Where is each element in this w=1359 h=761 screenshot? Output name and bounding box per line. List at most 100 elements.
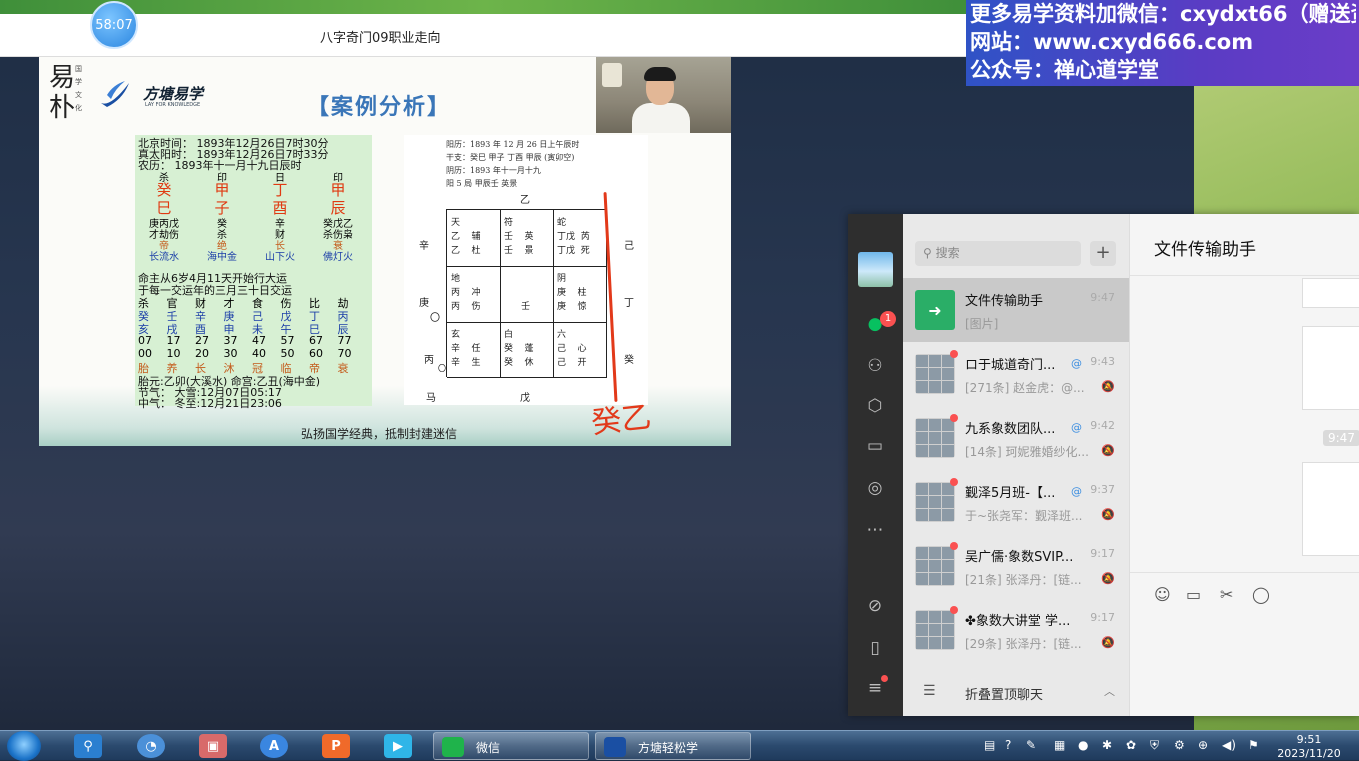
settings-icon[interactable]: ⚙ bbox=[1174, 738, 1185, 752]
timer-badge[interactable]: 58:07 bbox=[90, 1, 138, 49]
taskbar-app-wechat[interactable]: 微信 bbox=[433, 732, 589, 760]
qimen-left-label: 丙 bbox=[424, 355, 434, 366]
image-message[interactable] bbox=[1302, 326, 1359, 410]
dayun-age: 47 bbox=[252, 334, 266, 347]
tray-app-icon[interactable]: ✱ bbox=[1102, 738, 1112, 752]
flag-icon[interactable]: ⚑ bbox=[1248, 738, 1259, 752]
dayun-age: 07 bbox=[138, 334, 152, 347]
taskbar-app-label: 微信 bbox=[476, 741, 501, 755]
player-icon[interactable]: ▶ bbox=[384, 734, 412, 758]
chat-name: 文件传输助手 bbox=[965, 294, 1044, 309]
pdf-icon[interactable]: P bbox=[322, 734, 350, 758]
pen-icon[interactable]: ✎ bbox=[1026, 738, 1036, 752]
security-icon[interactable]: ✿ bbox=[1126, 738, 1136, 752]
add-button[interactable]: + bbox=[1090, 241, 1116, 266]
scissors-icon[interactable]: ✂ bbox=[1220, 585, 1233, 604]
qimen-cell: 阴 庚 柱 庚 惊 bbox=[557, 274, 587, 312]
unread-dot bbox=[950, 478, 958, 486]
help-icon[interactable]: ? bbox=[1005, 738, 1011, 752]
dayun-age: 27 bbox=[195, 334, 209, 347]
unread-badge: 1 bbox=[880, 311, 896, 327]
dayun-age: 37 bbox=[223, 334, 238, 347]
chat-item[interactable]: 吴广儒·象数SVIP... 9:17 [21条] 张泽丹：[链... 🔕 bbox=[903, 534, 1129, 598]
search-placeholder: 搜索 bbox=[935, 246, 960, 260]
mute-icon: 🔕 bbox=[1101, 444, 1115, 457]
qimen-header-ju: 阳 5 局 甲辰壬 英景 bbox=[446, 179, 518, 188]
dayun-age: 77 bbox=[337, 334, 352, 347]
network-icon[interactable]: ▦ bbox=[1054, 738, 1065, 752]
wechat-icon bbox=[442, 737, 464, 757]
phone-icon[interactable]: ▯ bbox=[863, 636, 887, 660]
bazi-chart: 北京时间： 1893年12月26日7时30分 真太阳时： 1893年12月26日… bbox=[135, 135, 372, 410]
unread-dot bbox=[950, 542, 958, 550]
qimen-cell: 六 己 心 己 开 bbox=[557, 330, 587, 368]
dayun-age: 67 bbox=[309, 334, 323, 347]
dayun-year: 10 bbox=[166, 347, 181, 360]
qimen-cell: 蛇 丁戊 芮 丁戊 死 bbox=[557, 218, 590, 256]
qimen-right-label: 癸 bbox=[624, 355, 634, 366]
image-message[interactable] bbox=[1302, 278, 1359, 308]
mention-icon: @ bbox=[1071, 421, 1082, 434]
dayun-year: 00 bbox=[138, 347, 152, 360]
folder-icon[interactable]: ▭ bbox=[863, 434, 887, 458]
qimen-header-ganzhi: 干支：癸巳 甲子 丁酉 甲辰 (寅卯空) bbox=[446, 153, 575, 162]
system-clock[interactable]: 9:51 2023/11/20 bbox=[1276, 731, 1342, 761]
shield-icon[interactable]: ⛨ bbox=[1150, 738, 1159, 753]
emoji-icon[interactable]: ☺ bbox=[1154, 585, 1171, 604]
fold-pinned-chats[interactable]: ☰ 折叠置顶聊天 ︿ bbox=[903, 669, 1129, 716]
search-input[interactable]: ⚲ 搜索 bbox=[915, 241, 1081, 266]
browser-icon[interactable]: ◔ bbox=[137, 734, 165, 758]
list-icon: ☰ bbox=[923, 683, 936, 699]
taskbar-app-fangtang[interactable]: 方塘轻松学 bbox=[595, 732, 751, 760]
chat-name: ロ于城道奇门... bbox=[965, 358, 1056, 373]
qimen-cell: 白 癸 蓬 癸 休 bbox=[504, 330, 534, 368]
avatar[interactable] bbox=[858, 252, 893, 287]
favorites-icon[interactable]: ⬡ bbox=[863, 394, 887, 418]
lecture-slide: 易 朴 国学文化 方塘易学 LAY FOR KNOWLEDGE 【案例分析】 北… bbox=[39, 57, 731, 446]
qimen-cell: 壬 bbox=[521, 302, 531, 312]
more-icon[interactable]: ⋯ bbox=[863, 518, 887, 542]
qimen-left-label: 庚 bbox=[419, 298, 429, 309]
menu-dot bbox=[881, 675, 888, 682]
start-button[interactable] bbox=[7, 731, 41, 761]
search-app-icon[interactable]: ⚲ bbox=[74, 734, 102, 758]
contacts-icon[interactable]: ⚇ bbox=[863, 354, 887, 378]
keyboard-icon[interactable]: ▤ bbox=[984, 738, 995, 752]
group-avatar bbox=[915, 610, 955, 650]
chat-time: 9:43 bbox=[1090, 355, 1115, 368]
wechat-tray-icon[interactable]: ● bbox=[1078, 738, 1088, 752]
chat-preview: [21条] 张泽丹：[链... bbox=[965, 573, 1082, 587]
qimen-cell: 符 壬 英 壬 景 bbox=[504, 218, 534, 256]
qimen-chart: 阳历：1893 年 12 月 26 日上午辰时 干支：癸巳 甲子 丁酉 甲辰 (… bbox=[404, 135, 648, 405]
folder-icon[interactable]: ▭ bbox=[1186, 585, 1201, 604]
dayun-age: 17 bbox=[166, 334, 181, 347]
promo-line-account: 公众号：禅心道学堂 bbox=[970, 58, 1159, 82]
qimen-left-label: 辛 bbox=[419, 241, 429, 252]
chat-bubble-icon[interactable]: ◯ bbox=[1252, 585, 1270, 604]
volume-icon[interactable]: ◀) bbox=[1222, 738, 1236, 752]
qimen-grid: 天 乙 辅 乙 杜 符 壬 英 壬 景 蛇 丁戊 芮 丁戊 死 地 丙 冲 丙 … bbox=[446, 209, 607, 378]
chat-item-file-transfer[interactable]: ➜ 文件传输助手 9:47 [图片] bbox=[903, 278, 1129, 342]
logo-subtext: LAY FOR KNOWLEDGE bbox=[145, 102, 201, 108]
qimen-top-mark: 乙 bbox=[520, 195, 530, 206]
chat-item[interactable]: 九系象数团队... @ 9:42 [14条] 珂妮雅婚纱化... 🔕 bbox=[903, 406, 1129, 470]
app-store-icon[interactable]: A bbox=[260, 734, 288, 758]
store-icon[interactable]: ▣ bbox=[199, 734, 227, 758]
chat-item[interactable]: ロ于城道奇门... @ 9:43 [271条] 赵金虎：@... 🔕 bbox=[903, 342, 1129, 406]
chat-name: 吴广儒·象数SVIP... bbox=[965, 550, 1074, 565]
nayin: 海中金 bbox=[207, 252, 237, 263]
message-time: 9:47 bbox=[1323, 430, 1359, 446]
chat-time: 9:47 bbox=[1090, 291, 1115, 304]
chat-item[interactable]: 觐泽5月班-【... @ 9:37 于~张尧军：觐泽班... 🔕 bbox=[903, 470, 1129, 534]
message-input-area[interactable]: ☺ ▭ ✂ ◯ bbox=[1130, 572, 1359, 716]
add-icon[interactable]: ⊕ bbox=[1198, 738, 1208, 752]
qimen-left-circle: 〇 bbox=[438, 364, 446, 373]
group-avatar bbox=[915, 354, 955, 394]
dayun-age: 57 bbox=[280, 334, 295, 347]
mini-program-icon[interactable]: ⊘ bbox=[863, 594, 887, 618]
chat-item[interactable]: ✤象数大讲堂 学... 9:17 [29条] 张泽丹：[链... 🔕 bbox=[903, 598, 1129, 662]
chat-time: 9:42 bbox=[1090, 419, 1115, 432]
moments-icon[interactable]: ◎ bbox=[863, 476, 887, 500]
image-message[interactable] bbox=[1302, 462, 1359, 556]
brand-subtitle: 国学文化 bbox=[75, 65, 82, 112]
